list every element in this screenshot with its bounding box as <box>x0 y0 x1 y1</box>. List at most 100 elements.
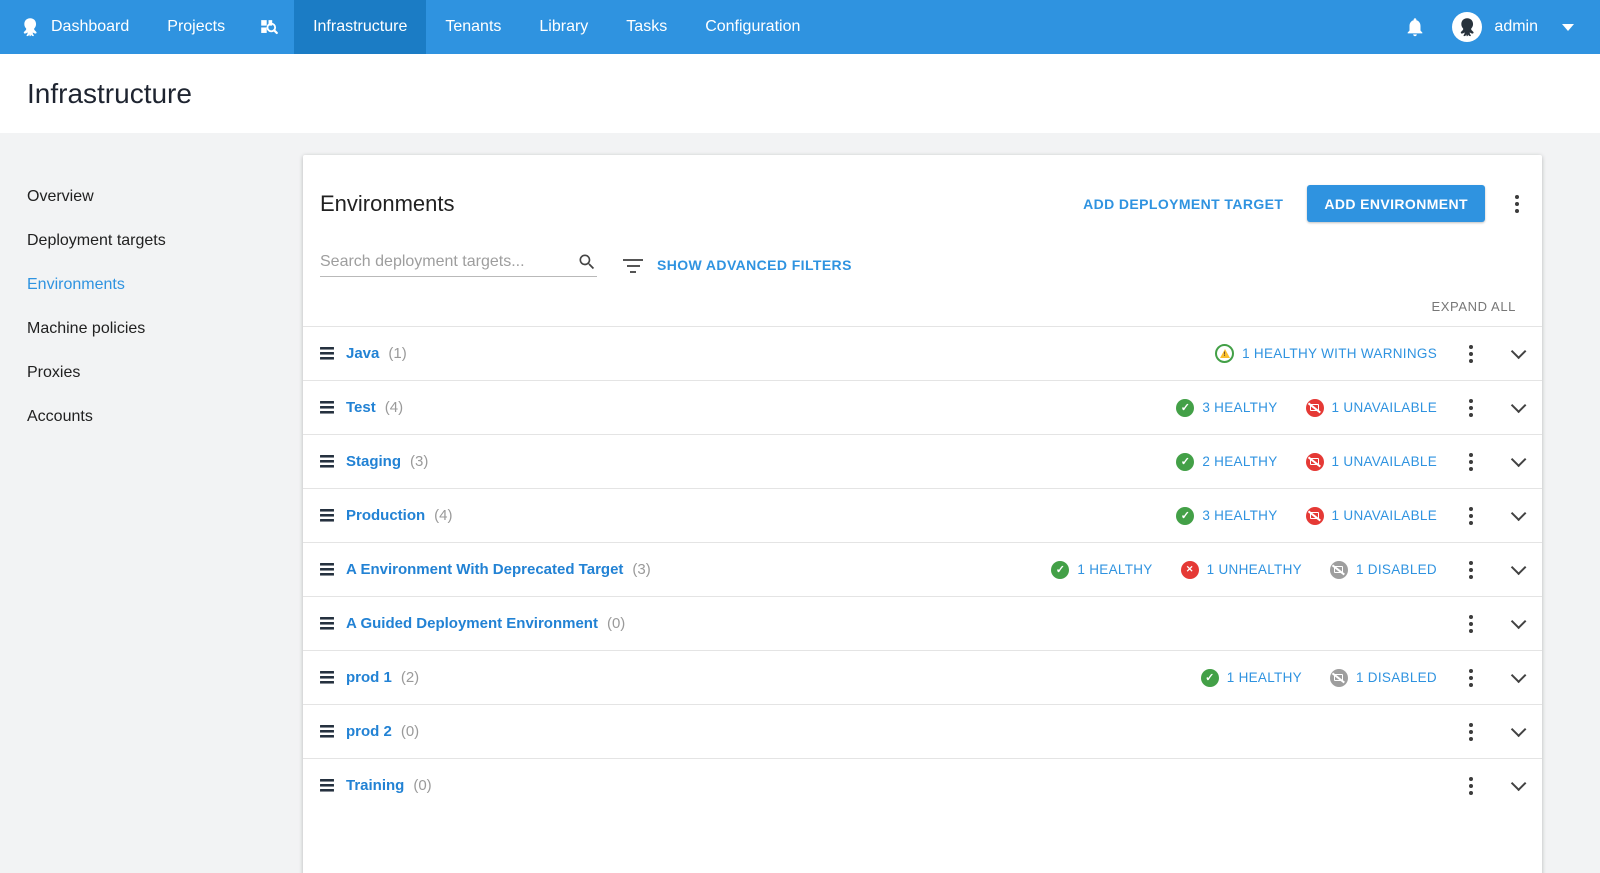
chevron-down-icon[interactable] <box>1511 452 1527 468</box>
environment-stack-icon <box>320 725 334 738</box>
sidebar-item-machine-policies[interactable]: Machine policies <box>27 320 303 337</box>
row-overflow-menu-button[interactable] <box>1463 609 1479 639</box>
chevron-down-icon[interactable] <box>1511 776 1527 792</box>
add-environment-button[interactable]: ADD ENVIRONMENT <box>1307 185 1485 222</box>
environment-row[interactable]: prod 1 (2) 1 HEALTHY1 DISABLED <box>303 650 1542 704</box>
status-label: 1 HEALTHY <box>1227 670 1302 685</box>
environment-name-link[interactable]: Production <box>346 507 425 524</box>
environment-name-link[interactable]: A Guided Deployment Environment <box>346 615 598 632</box>
environment-stack-icon <box>320 563 334 576</box>
panel-overflow-menu-button[interactable] <box>1509 189 1525 219</box>
chevron-down-icon[interactable] <box>1511 506 1527 522</box>
status-chip-healthy[interactable]: 2 HEALTHY <box>1176 453 1277 471</box>
notifications-bell-icon[interactable] <box>1404 16 1426 38</box>
status-chip-unhealthy[interactable]: 1 UNHEALTHY <box>1181 561 1302 579</box>
status-chip-disabled[interactable]: 1 DISABLED <box>1330 669 1437 687</box>
search-icon <box>577 252 597 272</box>
status-chip-healthy[interactable]: 3 HEALTHY <box>1176 399 1277 417</box>
page-title: Infrastructure <box>27 78 192 110</box>
environments-list: Java (1) 1 HEALTHY WITH WARNINGS Test (4… <box>303 326 1542 812</box>
environment-name-link[interactable]: prod 1 <box>346 669 392 686</box>
sidebar-item-accounts[interactable]: Accounts <box>27 408 303 425</box>
status-label: 3 HEALTHY <box>1202 508 1277 523</box>
status-chip-healthy[interactable]: 1 HEALTHY <box>1051 561 1152 579</box>
environment-stack-icon <box>320 509 334 522</box>
status-summary: 1 HEALTHY 1 UNHEALTHY 1 DISABLED <box>1051 561 1437 579</box>
expand-all-button[interactable]: EXPAND ALL <box>1431 299 1516 314</box>
sidebar-item-deployment-targets[interactable]: Deployment targets <box>27 232 303 249</box>
environment-name-link[interactable]: Staging <box>346 453 401 470</box>
nav-item-tenants[interactable]: Tenants <box>426 0 520 54</box>
environment-stack-icon <box>320 617 334 630</box>
environment-name-link[interactable]: A Environment With Deprecated Target <box>346 561 623 578</box>
environment-row[interactable]: prod 2 (0) <box>303 704 1542 758</box>
chevron-down-icon[interactable] <box>1511 560 1527 576</box>
avatar <box>1452 12 1482 42</box>
row-overflow-menu-button[interactable] <box>1463 339 1479 369</box>
nav-label: Tenants <box>445 18 501 36</box>
sidebar-item-proxies[interactable]: Proxies <box>27 364 303 381</box>
add-deployment-target-button[interactable]: ADD DEPLOYMENT TARGET <box>1083 196 1283 212</box>
filter-icon[interactable] <box>623 257 643 273</box>
nav-label: Dashboard <box>51 18 129 36</box>
environment-stack-icon <box>320 779 334 792</box>
environment-count: (3) <box>410 453 428 470</box>
environment-row[interactable]: Training (0) <box>303 758 1542 812</box>
environment-row[interactable]: Staging (3) 2 HEALTHY 1 UNAVAILABLE <box>303 434 1542 488</box>
panel-title: Environments <box>320 191 455 217</box>
environment-name-link[interactable]: prod 2 <box>346 723 392 740</box>
nav-item-library[interactable]: Library <box>520 0 607 54</box>
chevron-down-icon[interactable] <box>1511 614 1527 630</box>
nav-item-infrastructure[interactable]: Infrastructure <box>294 0 426 54</box>
environment-count: (0) <box>401 723 419 740</box>
sidebar-item-environments[interactable]: Environments <box>27 276 303 293</box>
status-chip-healthy[interactable]: 3 HEALTHY <box>1176 507 1277 525</box>
row-overflow-menu-button[interactable] <box>1463 771 1479 801</box>
environment-name-link[interactable]: Training <box>346 777 404 794</box>
row-overflow-menu-button[interactable] <box>1463 555 1479 585</box>
status-chip-unavailable[interactable]: 1 UNAVAILABLE <box>1306 507 1437 525</box>
environment-row[interactable]: Java (1) 1 HEALTHY WITH WARNINGS <box>303 326 1542 380</box>
chevron-down-icon[interactable] <box>1511 344 1527 360</box>
environment-row[interactable]: A Environment With Deprecated Target (3)… <box>303 542 1542 596</box>
sidebar-item-overview[interactable]: Overview <box>27 188 303 205</box>
environment-row[interactable]: Production (4) 3 HEALTHY1 UNAVAILABLE <box>303 488 1542 542</box>
search-box <box>320 252 597 277</box>
chevron-down-icon[interactable] <box>1511 722 1527 738</box>
unavailable-status-icon <box>1306 453 1324 471</box>
nav-item-projects[interactable]: Projects <box>148 0 244 54</box>
status-chip-unavailable[interactable]: 1 UNAVAILABLE <box>1306 399 1437 417</box>
status-label: 3 HEALTHY <box>1202 400 1277 415</box>
healthy-status-icon <box>1176 399 1194 417</box>
nav-item-tasks[interactable]: Tasks <box>607 0 686 54</box>
show-advanced-filters-button[interactable]: SHOW ADVANCED FILTERS <box>657 257 852 273</box>
environment-stack-icon <box>320 671 334 684</box>
row-overflow-menu-button[interactable] <box>1463 663 1479 693</box>
row-overflow-menu-button[interactable] <box>1463 393 1479 423</box>
row-overflow-menu-button[interactable] <box>1463 447 1479 477</box>
nav-search-button[interactable] <box>244 0 294 54</box>
status-chip-warning[interactable]: 1 HEALTHY WITH WARNINGS <box>1215 344 1437 363</box>
status-chip-disabled[interactable]: 1 DISABLED <box>1330 561 1437 579</box>
environment-name-link[interactable]: Java <box>346 345 379 362</box>
chevron-down-icon[interactable] <box>1511 668 1527 684</box>
disabled-status-icon <box>1330 669 1348 687</box>
environment-row[interactable]: Test (4) 3 HEALTHY1 UNAVAILABLE <box>303 380 1542 434</box>
environment-name-link[interactable]: Test <box>346 399 376 416</box>
row-overflow-menu-button[interactable] <box>1463 717 1479 747</box>
nav-label: Tasks <box>626 18 667 36</box>
chevron-down-icon[interactable] <box>1511 398 1527 414</box>
warning-status-icon <box>1215 344 1234 363</box>
status-chip-unavailable[interactable]: 1 UNAVAILABLE <box>1306 453 1437 471</box>
row-overflow-menu-button[interactable] <box>1463 501 1479 531</box>
healthy-status-icon <box>1176 507 1194 525</box>
nav-label: Projects <box>167 18 225 36</box>
status-label: 1 HEALTHY WITH WARNINGS <box>1242 346 1437 361</box>
healthy-status-icon <box>1201 669 1219 687</box>
nav-item-configuration[interactable]: Configuration <box>686 0 819 54</box>
environment-row[interactable]: A Guided Deployment Environment (0) <box>303 596 1542 650</box>
status-chip-healthy[interactable]: 1 HEALTHY <box>1201 669 1302 687</box>
nav-item-dashboard[interactable]: Dashboard <box>0 0 148 54</box>
user-menu[interactable]: admin <box>1452 12 1574 42</box>
search-input[interactable] <box>320 253 577 271</box>
